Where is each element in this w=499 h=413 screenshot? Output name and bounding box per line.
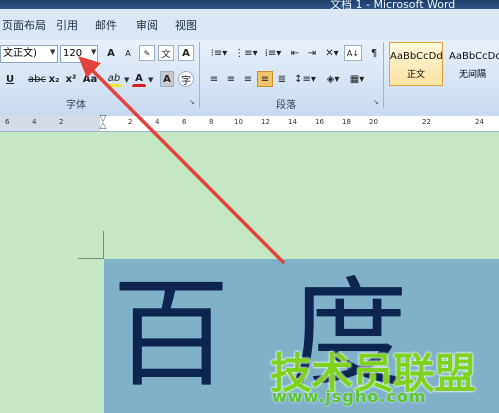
shading-icon[interactable]: ◈▾: [322, 71, 344, 87]
subscript-label: x₂: [48, 73, 60, 85]
change-case-label: Aa: [82, 73, 98, 85]
style-no-spacing[interactable]: AaBbCcDd 无间隔: [446, 42, 499, 86]
ruler-tick: 6: [5, 118, 10, 126]
underline-button[interactable]: U: [4, 71, 16, 87]
style-normal-name: 正文: [406, 70, 425, 80]
underline-label: U: [5, 73, 15, 85]
strikethrough-button[interactable]: abc: [28, 71, 46, 87]
align-right-icon[interactable]: ≡: [240, 71, 256, 87]
ruler-tick: 12: [261, 118, 270, 126]
font-color-label: A: [135, 72, 143, 84]
group-separator: [199, 42, 200, 108]
highlight-button[interactable]: ab: [106, 71, 122, 87]
char-shading-button[interactable]: A: [160, 71, 174, 87]
ruler-tick: 6: [182, 118, 187, 126]
watermark-url: www.jsgho.com: [272, 387, 427, 406]
ruler-tick: 8: [209, 118, 214, 126]
font-name-value: 文正文): [3, 48, 37, 59]
increase-indent-icon[interactable]: ⇥: [304, 45, 320, 61]
multilevel-list-icon[interactable]: ⁞≡▾: [260, 45, 286, 61]
superscript-label: x²: [65, 73, 77, 85]
grow-font-label: A: [107, 47, 115, 59]
subscript-button[interactable]: x₂: [47, 71, 61, 87]
bullets-icon[interactable]: ⁝≡▾: [206, 45, 232, 61]
paragraph-dialog-launcher-icon[interactable]: ↘: [373, 98, 379, 106]
superscript-button[interactable]: x²: [64, 71, 78, 87]
asian-layout-icon[interactable]: ✕▾: [321, 45, 343, 61]
justify-icon[interactable]: ≡: [257, 71, 273, 87]
char-shading-label: A: [163, 73, 171, 85]
paragraph-group-label: 段落: [276, 100, 296, 111]
line-spacing-icon[interactable]: ↕≡▾: [294, 71, 316, 87]
ruler-tick: 20: [369, 118, 378, 126]
shrink-font-label: A: [125, 48, 131, 58]
clear-format-icon[interactable]: ✎: [139, 45, 155, 61]
ruler-tick: 22: [422, 118, 431, 126]
menu-page-layout[interactable]: 页面布局: [2, 17, 46, 33]
strikethrough-label: abc: [28, 73, 46, 85]
menu-mailings[interactable]: 邮件: [95, 17, 117, 33]
menu-view[interactable]: 视图: [175, 17, 197, 33]
ruler-tick: 2: [59, 118, 64, 126]
style-no-spacing-sample: AaBbCcDd: [449, 51, 499, 62]
menu-review[interactable]: 审阅: [136, 17, 158, 33]
ruler-tick: 16: [315, 118, 324, 126]
decrease-indent-icon[interactable]: ⇤: [287, 45, 303, 61]
align-left-icon[interactable]: ≡: [206, 71, 222, 87]
font-color-button[interactable]: A: [132, 71, 146, 87]
sort-icon[interactable]: A↓: [344, 45, 362, 61]
ruler-tick: 18: [342, 118, 351, 126]
ruler-margin: [0, 116, 100, 131]
ruler-tick: 4: [32, 118, 37, 126]
style-no-spacing-name: 无间隔: [458, 70, 486, 80]
numbering-icon[interactable]: ⋮≡▾: [233, 45, 259, 61]
font-group-label: 字体: [66, 100, 86, 111]
ruler-tick: 10: [234, 118, 243, 126]
crop-mark: [103, 231, 104, 259]
ruler-tick: 14: [288, 118, 297, 126]
font-dialog-launcher-icon[interactable]: ↘: [189, 98, 195, 106]
phonetic-guide-icon[interactable]: 文: [158, 45, 174, 61]
char-border-button[interactable]: A: [178, 45, 194, 61]
font-name-dropdown-icon[interactable]: ▼: [50, 48, 55, 56]
font-size-dropdown-icon[interactable]: ▼: [91, 48, 96, 56]
distribute-icon[interactable]: ≣: [274, 71, 290, 87]
menu-references[interactable]: 引用: [56, 17, 78, 33]
group-separator: [383, 42, 384, 108]
indent-marker-icon[interactable]: ▽ △: [98, 115, 108, 131]
ruler-tick: 4: [155, 118, 160, 126]
shrink-font-button[interactable]: A: [120, 45, 136, 61]
show-marks-icon[interactable]: ¶: [366, 45, 382, 61]
font-color-dropdown-icon[interactable]: ▼: [148, 76, 153, 84]
grow-font-button[interactable]: A: [103, 45, 119, 61]
style-normal[interactable]: AaBbCcDd 正文: [389, 42, 443, 86]
change-case-button[interactable]: Aa: [81, 71, 99, 87]
font-size-value: 120: [63, 48, 83, 59]
ruler-tick: 2: [128, 118, 133, 126]
window-title: 文档 1 - Microsoft Word: [330, 0, 456, 11]
borders-icon[interactable]: ▦▾: [346, 71, 368, 87]
align-center-icon[interactable]: ≡: [223, 71, 239, 87]
highlight-label: ab: [107, 72, 121, 84]
style-normal-sample: AaBbCcDd: [390, 51, 443, 62]
highlight-dropdown-icon[interactable]: ▼: [124, 76, 129, 84]
ruler-tick: 24: [475, 118, 484, 126]
enclose-char-icon[interactable]: 字: [178, 71, 194, 87]
crop-mark: [78, 258, 104, 259]
